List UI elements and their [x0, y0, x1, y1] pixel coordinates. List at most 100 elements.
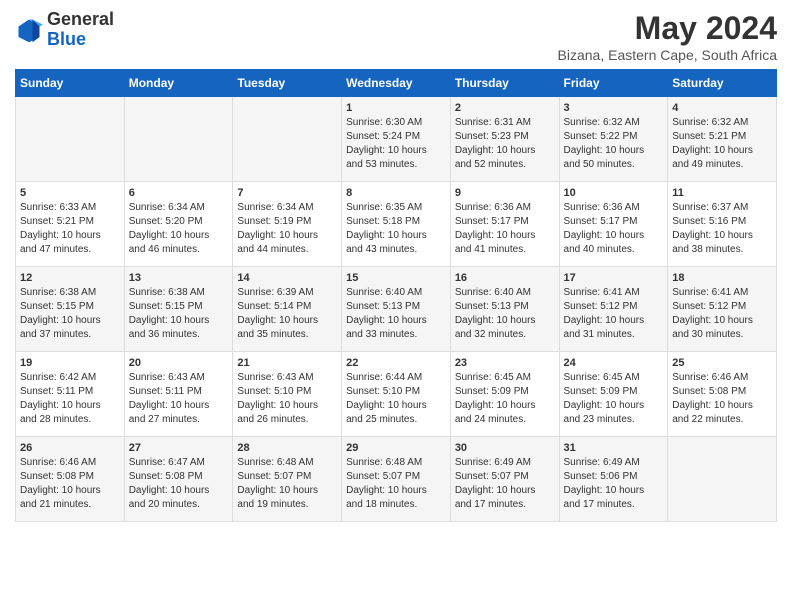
- week-row-1: 1 Sunrise: 6:30 AM Sunset: 5:24 PM Daylig…: [16, 97, 777, 182]
- calendar-cell: 24Sunrise: 6:45 AM Sunset: 5:09 PM Dayli…: [559, 352, 668, 437]
- calendar-table: SundayMondayTuesdayWednesdayThursdayFrid…: [15, 69, 777, 522]
- day-number: 20: [129, 357, 229, 369]
- header-day-friday: Friday: [559, 70, 668, 97]
- calendar-cell: 6 Sunrise: 6:34 AM Sunset: 5:20 PM Daylig…: [124, 182, 233, 267]
- day-info: Sunrise: 6:48 AM Sunset: 5:07 PM Dayligh…: [237, 456, 337, 512]
- location-title: Bizana, Eastern Cape, South Africa: [558, 47, 777, 63]
- day-number: 10: [564, 187, 664, 199]
- day-number: 30: [455, 442, 555, 454]
- title-block: May 2024 Bizana, Eastern Cape, South Afr…: [558, 10, 777, 63]
- calendar-cell: 29 Sunrise: 6:48 AM Sunset: 5:07 PM Dayli…: [342, 437, 451, 522]
- calendar-cell: 13Sunrise: 6:38 AM Sunset: 5:15 PM Dayli…: [124, 267, 233, 352]
- logo-icon: [15, 16, 43, 44]
- day-info: Sunrise: 6:33 AM Sunset: 5:21 PM Dayligh…: [20, 201, 120, 257]
- day-info: Sunrise: 6:32 AM Sunset: 5:22 PM Dayligh…: [564, 116, 664, 172]
- day-number: 7: [237, 187, 337, 199]
- day-number: 5: [20, 187, 120, 199]
- calendar-cell: 25Sunrise: 6:46 AM Sunset: 5:08 PM Dayli…: [668, 352, 777, 437]
- day-number: 27: [129, 442, 229, 454]
- calendar-cell: 31 Sunrise: 6:49 AM Sunset: 5:06 PM Dayli…: [559, 437, 668, 522]
- day-info: Sunrise: 6:34 AM Sunset: 5:19 PM Dayligh…: [237, 201, 337, 257]
- calendar-cell: 15 Sunrise: 6:40 AM Sunset: 5:13 PM Dayli…: [342, 267, 451, 352]
- calendar-cell: 17Sunrise: 6:41 AM Sunset: 5:12 PM Dayli…: [559, 267, 668, 352]
- calendar-cell: 3 Sunrise: 6:32 AM Sunset: 5:22 PM Daylig…: [559, 97, 668, 182]
- day-info: Sunrise: 6:48 AM Sunset: 5:07 PM Dayligh…: [346, 456, 446, 512]
- day-info: Sunrise: 6:35 AM Sunset: 5:18 PM Dayligh…: [346, 201, 446, 257]
- calendar-cell: 27 Sunrise: 6:47 AM Sunset: 5:08 PM Dayli…: [124, 437, 233, 522]
- day-number: 24: [564, 357, 664, 369]
- day-info: Sunrise: 6:42 AM Sunset: 5:11 PM Dayligh…: [20, 371, 120, 427]
- calendar-header: SundayMondayTuesdayWednesdayThursdayFrid…: [16, 70, 777, 97]
- day-info: Sunrise: 6:32 AM Sunset: 5:21 PM Dayligh…: [672, 116, 772, 172]
- day-number: 9: [455, 187, 555, 199]
- day-number: 12: [20, 272, 120, 284]
- header-day-wednesday: Wednesday: [342, 70, 451, 97]
- calendar-body: 1 Sunrise: 6:30 AM Sunset: 5:24 PM Daylig…: [16, 97, 777, 522]
- day-number: 4: [672, 102, 772, 114]
- header-row: SundayMondayTuesdayWednesdayThursdayFrid…: [16, 70, 777, 97]
- day-number: 29: [346, 442, 446, 454]
- day-info: Sunrise: 6:49 AM Sunset: 5:07 PM Dayligh…: [455, 456, 555, 512]
- calendar-cell: [233, 97, 342, 182]
- day-number: 13: [129, 272, 229, 284]
- calendar-cell: 16Sunrise: 6:40 AM Sunset: 5:13 PM Dayli…: [450, 267, 559, 352]
- calendar-cell: 26Sunrise: 6:46 AM Sunset: 5:08 PM Dayli…: [16, 437, 125, 522]
- day-info: Sunrise: 6:34 AM Sunset: 5:20 PM Dayligh…: [129, 201, 229, 257]
- calendar-cell: 8 Sunrise: 6:35 AM Sunset: 5:18 PM Daylig…: [342, 182, 451, 267]
- day-info: Sunrise: 6:49 AM Sunset: 5:06 PM Dayligh…: [564, 456, 664, 512]
- calendar-cell: 20 Sunrise: 6:43 AM Sunset: 5:11 PM Dayli…: [124, 352, 233, 437]
- calendar-cell: 12 Sunrise: 6:38 AM Sunset: 5:15 PM Dayli…: [16, 267, 125, 352]
- day-number: 11: [672, 187, 772, 199]
- calendar-cell: 14 Sunrise: 6:39 AM Sunset: 5:14 PM Dayli…: [233, 267, 342, 352]
- header-day-saturday: Saturday: [668, 70, 777, 97]
- calendar-cell: 11Sunrise: 6:37 AM Sunset: 5:16 PM Dayli…: [668, 182, 777, 267]
- day-number: 6: [129, 187, 229, 199]
- calendar-cell: [124, 97, 233, 182]
- calendar-cell: 7 Sunrise: 6:34 AM Sunset: 5:19 PM Daylig…: [233, 182, 342, 267]
- day-info: Sunrise: 6:36 AM Sunset: 5:17 PM Dayligh…: [455, 201, 555, 257]
- calendar-cell: 21Sunrise: 6:43 AM Sunset: 5:10 PM Dayli…: [233, 352, 342, 437]
- day-number: 22: [346, 357, 446, 369]
- day-number: 19: [20, 357, 120, 369]
- day-info: Sunrise: 6:38 AM Sunset: 5:15 PM Dayligh…: [20, 286, 120, 342]
- day-number: 18: [672, 272, 772, 284]
- day-info: Sunrise: 6:39 AM Sunset: 5:14 PM Dayligh…: [237, 286, 337, 342]
- day-number: 8: [346, 187, 446, 199]
- day-number: 1: [346, 102, 446, 114]
- day-info: Sunrise: 6:43 AM Sunset: 5:11 PM Dayligh…: [129, 371, 229, 427]
- calendar-cell: 23Sunrise: 6:45 AM Sunset: 5:09 PM Dayli…: [450, 352, 559, 437]
- day-info: Sunrise: 6:41 AM Sunset: 5:12 PM Dayligh…: [564, 286, 664, 342]
- calendar-cell: [16, 97, 125, 182]
- header-day-thursday: Thursday: [450, 70, 559, 97]
- day-number: 2: [455, 102, 555, 114]
- day-info: Sunrise: 6:47 AM Sunset: 5:08 PM Dayligh…: [129, 456, 229, 512]
- month-title: May 2024: [558, 10, 777, 47]
- day-number: 25: [672, 357, 772, 369]
- calendar-cell: 18 Sunrise: 6:41 AM Sunset: 5:12 PM Dayli…: [668, 267, 777, 352]
- day-info: Sunrise: 6:44 AM Sunset: 5:10 PM Dayligh…: [346, 371, 446, 427]
- calendar-cell: 9 Sunrise: 6:36 AM Sunset: 5:17 PM Daylig…: [450, 182, 559, 267]
- day-number: 3: [564, 102, 664, 114]
- day-number: 16: [455, 272, 555, 284]
- logo-general-text: General: [47, 9, 114, 29]
- day-number: 15: [346, 272, 446, 284]
- week-row-3: 12 Sunrise: 6:38 AM Sunset: 5:15 PM Dayli…: [16, 267, 777, 352]
- day-number: 23: [455, 357, 555, 369]
- calendar-cell: 30 Sunrise: 6:49 AM Sunset: 5:07 PM Dayli…: [450, 437, 559, 522]
- day-info: Sunrise: 6:40 AM Sunset: 5:13 PM Dayligh…: [346, 286, 446, 342]
- day-number: 31: [564, 442, 664, 454]
- day-number: 26: [20, 442, 120, 454]
- calendar-cell: 5 Sunrise: 6:33 AM Sunset: 5:21 PM Daylig…: [16, 182, 125, 267]
- logo-text: General Blue: [47, 10, 114, 50]
- calendar-cell: 1 Sunrise: 6:30 AM Sunset: 5:24 PM Daylig…: [342, 97, 451, 182]
- week-row-4: 19 Sunrise: 6:42 AM Sunset: 5:11 PM Dayli…: [16, 352, 777, 437]
- day-number: 14: [237, 272, 337, 284]
- week-row-2: 5 Sunrise: 6:33 AM Sunset: 5:21 PM Daylig…: [16, 182, 777, 267]
- day-info: Sunrise: 6:41 AM Sunset: 5:12 PM Dayligh…: [672, 286, 772, 342]
- week-row-5: 26Sunrise: 6:46 AM Sunset: 5:08 PM Dayli…: [16, 437, 777, 522]
- day-info: Sunrise: 6:36 AM Sunset: 5:17 PM Dayligh…: [564, 201, 664, 257]
- day-info: Sunrise: 6:30 AM Sunset: 5:24 PM Dayligh…: [346, 116, 446, 172]
- day-info: Sunrise: 6:43 AM Sunset: 5:10 PM Dayligh…: [237, 371, 337, 427]
- calendar-cell: 10 Sunrise: 6:36 AM Sunset: 5:17 PM Dayli…: [559, 182, 668, 267]
- calendar-cell: 2Sunrise: 6:31 AM Sunset: 5:23 PM Daylig…: [450, 97, 559, 182]
